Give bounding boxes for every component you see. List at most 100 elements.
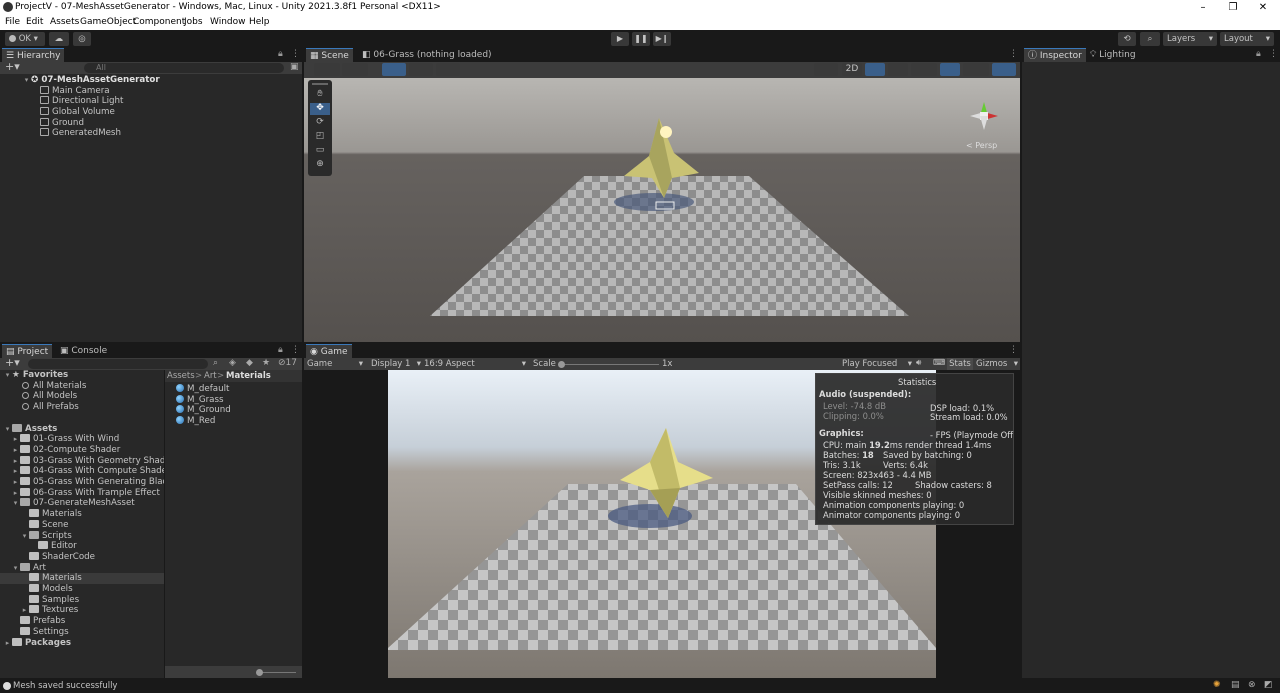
menu-help[interactable]: Help	[249, 15, 270, 29]
search-icon[interactable]: ⌕	[1140, 32, 1160, 46]
minimize-button[interactable]: –	[1188, 0, 1218, 15]
panel-menu-icon[interactable]: ⋮	[1009, 345, 1018, 355]
asset-m-ground[interactable]: M_Ground	[176, 405, 231, 416]
auto-generate-lighting-icon[interactable]: ✺	[1213, 680, 1221, 690]
favorite-all-models[interactable]: All Models	[22, 391, 77, 402]
camera-dropdown[interactable]	[963, 63, 989, 76]
tab-lighting[interactable]: 💡︎ Lighting	[1086, 48, 1140, 62]
favorite-all-materials[interactable]: All Materials	[22, 381, 86, 392]
asset-m-default[interactable]: M_default	[176, 384, 229, 395]
favorite-star-icon[interactable]: ★	[262, 358, 270, 368]
display-dropdown[interactable]: Display 1 ▾	[371, 359, 421, 369]
rect-tool-icon[interactable]: ▭	[310, 145, 330, 157]
play-focused-dropdown[interactable]: Play Focused ▾	[842, 359, 912, 369]
tab-grass-scene[interactable]: ◧ 06-Grass (nothing loaded)	[358, 48, 496, 62]
hierarchy-item-directional-light[interactable]: Directional Light	[40, 96, 123, 107]
panel-menu-icon[interactable]: ⋮	[1009, 49, 1018, 59]
tab-console[interactable]: ▣ Console	[56, 344, 111, 358]
progress-icon[interactable]: ◩	[1264, 680, 1273, 690]
favorite-all-prefabs[interactable]: All Prefabs	[22, 402, 79, 413]
folder-settings[interactable]: Settings	[20, 626, 69, 638]
gizmos-dropdown[interactable]	[992, 63, 1016, 76]
layout-dropdown[interactable]: Layout ▾	[1220, 32, 1274, 46]
menu-window[interactable]: Window	[210, 15, 246, 29]
debug-mode-icon[interactable]: ⊗	[1248, 680, 1256, 690]
menu-gameobject[interactable]: GameObject	[80, 15, 136, 29]
folder-06[interactable]: ▸ 06-Grass With Trample Effect	[11, 487, 160, 499]
stats-toggle[interactable]: Stats	[947, 358, 973, 370]
folder-01[interactable]: ▸ 01-Grass With Wind	[11, 434, 119, 445]
folder-07-scripts[interactable]: ▾ Scripts	[20, 530, 72, 542]
status-message[interactable]: Mesh saved successfully	[13, 681, 117, 691]
lighting-toggle[interactable]	[865, 63, 885, 76]
scene-viewport[interactable]: < Persp ✋︎ ✥ ⟳ ◰ ▭ ⊕	[304, 78, 1020, 342]
assets-node[interactable]: ▾ Assets	[3, 423, 57, 435]
hierarchy-item-ground[interactable]: Ground	[40, 117, 84, 129]
folder-05[interactable]: ▸ 05-Grass With Generating Blades	[11, 477, 164, 488]
folder-art[interactable]: ▾ Art	[11, 562, 46, 574]
search-by-type-icon[interactable]: ⌕	[213, 358, 218, 368]
hand-tool-icon[interactable]: ✋︎	[310, 89, 330, 101]
breadcrumb-art[interactable]: Art	[204, 371, 217, 381]
folder-03[interactable]: ▸03-Grass With Geometry Shaders	[11, 455, 164, 467]
overlay-handle[interactable]	[312, 83, 328, 85]
breadcrumb-assets[interactable]: Assets	[167, 371, 195, 381]
panel-menu-icon[interactable]: ⋮	[291, 345, 300, 355]
lock-icon[interactable]: 🔒︎	[278, 345, 283, 355]
folder-art-models[interactable]: Models	[29, 584, 73, 595]
hierarchy-item-main-camera[interactable]: Main Camera	[40, 85, 110, 97]
grid-snap-toggle[interactable]	[382, 63, 406, 76]
draw-mode-dropdown[interactable]	[314, 63, 340, 76]
icon-size-slider-handle[interactable]	[256, 669, 263, 676]
tab-inspector[interactable]: ⓘ Inspector	[1024, 48, 1086, 62]
close-button[interactable]: ✕	[1248, 0, 1278, 15]
collab-icon[interactable]: ◎	[73, 32, 91, 46]
layers-dropdown[interactable]: Layers ▾	[1163, 32, 1217, 46]
tab-scene[interactable]: ▦ Scene	[306, 48, 353, 62]
tab-game[interactable]: ◉ Game	[306, 344, 352, 358]
grid-dropdown[interactable]	[409, 63, 433, 76]
panel-menu-icon[interactable]: ⋮	[291, 49, 300, 59]
increment-snap-dropdown[interactable]	[436, 63, 460, 76]
folder-shadercode[interactable]: ShaderCode	[29, 551, 95, 563]
lock-icon[interactable]: 🔒︎	[278, 49, 283, 59]
panel-menu-icon[interactable]: ⋮	[1269, 49, 1278, 59]
folder-art-samples[interactable]: Samples	[29, 594, 79, 606]
game-mode-dropdown[interactable]: Game ▾	[307, 359, 363, 369]
gizmos-dropdown[interactable]: Gizmos ▾	[976, 359, 1018, 369]
create-button[interactable]: +▾	[5, 356, 20, 369]
folder-07-scene[interactable]: Scene	[29, 519, 69, 531]
render-mode-dropdown[interactable]	[814, 63, 838, 76]
folder-04[interactable]: ▸ 04-Grass With Compute Shaders	[11, 466, 164, 477]
play-button[interactable]: ▶	[611, 32, 629, 46]
filter-icon[interactable]: ▣	[290, 62, 299, 72]
menu-component[interactable]: Component	[133, 15, 185, 29]
cache-server-icon[interactable]: ▤	[1231, 680, 1240, 690]
packages-node[interactable]: ▸ Packages	[3, 637, 71, 649]
label-icon[interactable]: ◆	[246, 358, 253, 368]
aspect-dropdown[interactable]: 16:9 Aspect ▾	[424, 359, 526, 369]
add-button[interactable]: +▾	[5, 60, 20, 73]
account-dropdown[interactable]: OK ▾	[5, 32, 45, 46]
scale-slider-handle[interactable]	[558, 361, 565, 368]
audio-toggle[interactable]	[888, 63, 908, 76]
folder-07[interactable]: ▾ 07-GenerateMeshAsset	[11, 498, 135, 509]
folder-07-materials[interactable]: Materials	[29, 509, 82, 520]
scale-tool-icon[interactable]: ◰	[310, 131, 330, 143]
favorites-node[interactable]: ▾ ★ Favorites	[3, 370, 69, 381]
hidden-packages-toggle[interactable]: ⊘17	[278, 358, 297, 368]
step-button[interactable]: ▶❙	[653, 32, 671, 46]
persp-label[interactable]: < Persp	[966, 141, 997, 150]
menu-jobs[interactable]: Jobs	[184, 15, 203, 29]
folder-02[interactable]: ▸ 02-Compute Shader	[11, 444, 120, 456]
shading-dropdown[interactable]	[342, 63, 368, 76]
effects-dropdown[interactable]	[911, 63, 937, 76]
rotate-tool-icon[interactable]: ⟳	[310, 117, 330, 129]
breadcrumb-materials[interactable]: Materials	[226, 371, 271, 381]
folder-editor[interactable]: Editor	[38, 541, 77, 552]
lock-icon[interactable]: 🔒︎	[1256, 49, 1261, 59]
hierarchy-item-generated-mesh[interactable]: GeneratedMesh	[40, 128, 121, 139]
shortcuts-icon[interactable]: ⌨︎	[933, 358, 945, 368]
project-search-input[interactable]	[28, 359, 208, 369]
move-tool-icon[interactable]: ✥	[310, 103, 330, 115]
